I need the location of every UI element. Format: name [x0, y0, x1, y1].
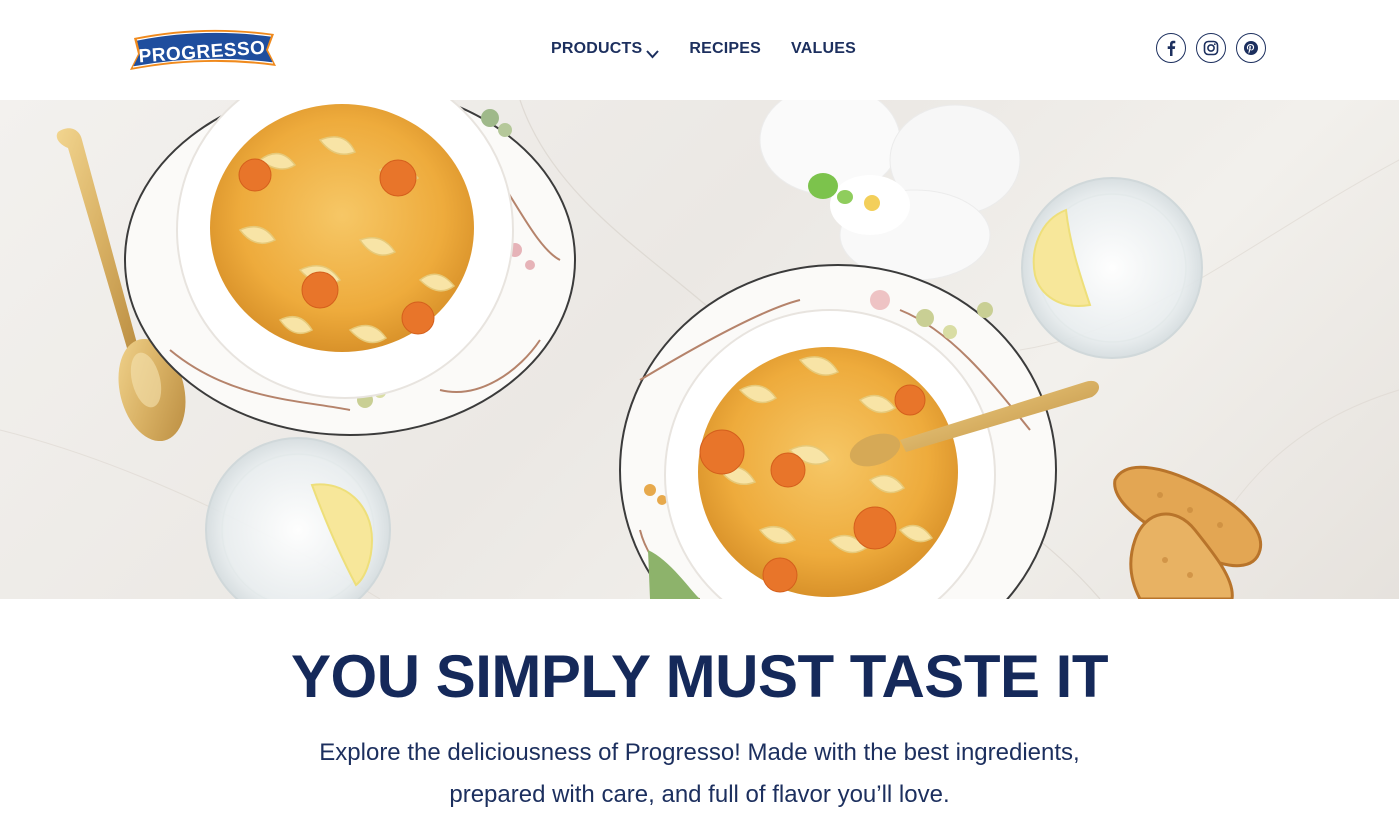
pinterest-icon	[1244, 41, 1258, 55]
instagram-link[interactable]	[1196, 33, 1226, 63]
nav-values[interactable]: VALUES	[791, 38, 856, 60]
site-header: PROGRESSO PRODUCTS RECIPES VALUES	[0, 0, 1399, 100]
intro-text: Explore the deliciousness of Progresso! …	[260, 732, 1140, 816]
progresso-logo[interactable]: PROGRESSO	[128, 26, 278, 74]
page-headline: YOU SIMPLY MUST TASTE IT	[291, 643, 1108, 710]
main-nav: PRODUCTS RECIPES VALUES	[551, 38, 886, 60]
facebook-link[interactable]	[1156, 33, 1186, 63]
instagram-icon	[1203, 40, 1219, 56]
facebook-icon	[1167, 40, 1176, 56]
nav-recipes[interactable]: RECIPES	[689, 38, 761, 60]
intro-section: YOU SIMPLY MUST TASTE IT Explore the del…	[0, 599, 1399, 816]
pinterest-link[interactable]	[1236, 33, 1266, 63]
chevron-down-icon	[646, 44, 660, 59]
nav-products-label: PRODUCTS	[551, 40, 643, 57]
nav-recipes-label: RECIPES	[689, 40, 762, 57]
intro-text-line1: Explore the deliciousness of Progresso! …	[319, 739, 1080, 766]
orchid-flower	[759, 100, 1021, 281]
nav-products[interactable]: PRODUCTS	[551, 38, 660, 60]
water-glass-right	[1021, 177, 1203, 359]
intro-text-line2: prepared with care, and full of flavor y…	[449, 781, 950, 808]
soup-plate-right	[619, 264, 1057, 599]
social-links	[1156, 33, 1266, 63]
hero-image	[0, 100, 1399, 599]
water-glass-left	[205, 437, 391, 599]
nav-values-label: VALUES	[791, 40, 856, 57]
toasted-bread	[1113, 465, 1263, 599]
